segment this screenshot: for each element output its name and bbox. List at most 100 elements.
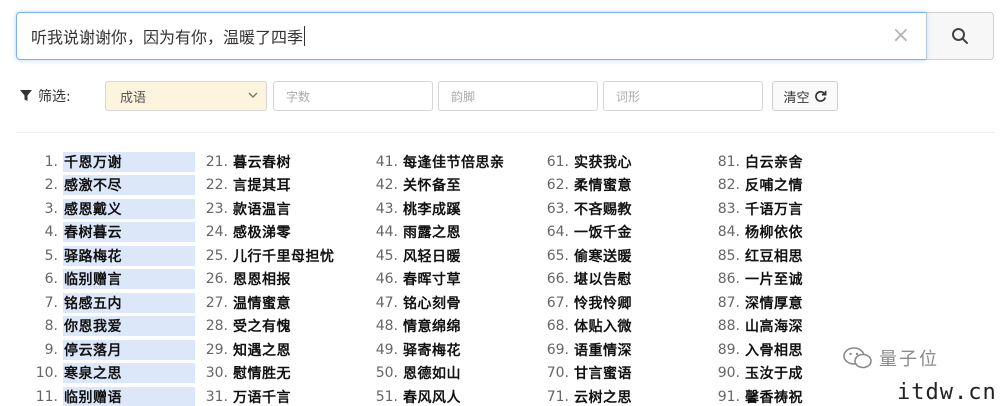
result-item[interactable]: 8. 你恩我爱 xyxy=(16,315,195,339)
result-item[interactable]: 71. 云树之思 xyxy=(527,385,632,406)
result-text[interactable]: 情意绵绵 xyxy=(403,316,461,336)
result-text[interactable]: 入骨相思 xyxy=(745,340,803,360)
category-select[interactable]: 成语 xyxy=(105,81,267,111)
result-item[interactable]: 10. 寒泉之思 xyxy=(16,362,195,386)
result-text[interactable]: 雨露之恩 xyxy=(403,222,461,242)
result-text[interactable]: 万语千言 xyxy=(233,387,291,406)
result-item[interactable]: 22. 言提其耳 xyxy=(186,174,335,198)
result-item[interactable]: 1. 千恩万谢 xyxy=(16,150,195,174)
result-text[interactable]: 反哺之情 xyxy=(745,175,803,195)
result-item[interactable]: 27. 温情蜜意 xyxy=(186,291,335,315)
result-item[interactable]: 11. 临别赠语 xyxy=(16,385,195,406)
result-item[interactable]: 6. 临别赠言 xyxy=(16,268,195,292)
result-item[interactable]: 4. 春树暮云 xyxy=(16,221,195,245)
result-item[interactable]: 28. 受之有愧 xyxy=(186,315,335,339)
result-item[interactable]: 7. 铭感五内 xyxy=(16,291,195,315)
result-item[interactable]: 26. 恩恩相报 xyxy=(186,268,335,292)
result-text[interactable]: 每逢佳节倍思亲 xyxy=(403,152,505,172)
result-item[interactable]: 2. 感激不尽 xyxy=(16,174,195,198)
result-item[interactable]: 47. 铭心刻骨 xyxy=(356,291,505,315)
result-text[interactable]: 关怀备至 xyxy=(403,175,461,195)
result-item[interactable]: 41. 每逢佳节倍思亲 xyxy=(356,150,505,174)
result-text[interactable]: 铭感五内 xyxy=(63,292,195,313)
result-item[interactable]: 69. 语重情深 xyxy=(527,338,632,362)
result-text[interactable]: 堪以告慰 xyxy=(574,269,632,289)
result-item[interactable]: 87. 深情厚意 xyxy=(698,291,803,315)
result-item[interactable]: 86. 一片至诚 xyxy=(698,268,803,292)
result-item[interactable]: 90. 玉汝于成 xyxy=(698,362,803,386)
result-text[interactable]: 一饭千金 xyxy=(574,222,632,242)
result-item[interactable]: 68. 体贴入微 xyxy=(527,315,632,339)
result-item[interactable]: 24. 感极涕零 xyxy=(186,221,335,245)
result-item[interactable]: 70. 甘言蜜语 xyxy=(527,362,632,386)
result-text[interactable]: 一片至诚 xyxy=(745,269,803,289)
result-text[interactable]: 温情蜜意 xyxy=(233,293,291,313)
result-text[interactable]: 受之有愧 xyxy=(233,316,291,336)
result-text[interactable]: 知遇之恩 xyxy=(233,340,291,360)
result-item[interactable]: 91. 馨香祷祝 xyxy=(698,385,803,406)
result-text[interactable]: 红豆相思 xyxy=(745,246,803,266)
search-input[interactable]: 听我说谢谢你，因为有你，温暖了四季 × xyxy=(16,12,926,60)
result-text[interactable]: 不吝赐教 xyxy=(574,199,632,219)
result-item[interactable]: 23. 款语温言 xyxy=(186,197,335,221)
result-text[interactable]: 怜我怜卿 xyxy=(574,293,632,313)
result-item[interactable]: 81. 白云亲舍 xyxy=(698,150,803,174)
result-item[interactable]: 49. 驿寄梅花 xyxy=(356,338,505,362)
clear-filters-button[interactable]: 清空 xyxy=(772,81,838,111)
result-text[interactable]: 体贴入微 xyxy=(574,316,632,336)
result-item[interactable]: 29. 知遇之恩 xyxy=(186,338,335,362)
result-text[interactable]: 临别赠言 xyxy=(63,269,195,290)
result-item[interactable]: 44. 雨露之恩 xyxy=(356,221,505,245)
result-text[interactable]: 寒泉之思 xyxy=(63,363,195,384)
result-text[interactable]: 恩德如山 xyxy=(403,363,461,383)
result-text[interactable]: 深情厚意 xyxy=(745,293,803,313)
result-item[interactable]: 63. 不吝赐教 xyxy=(527,197,632,221)
result-item[interactable]: 82. 反哺之情 xyxy=(698,174,803,198)
result-text[interactable]: 临别赠语 xyxy=(63,386,195,406)
result-item[interactable]: 89. 入骨相思 xyxy=(698,338,803,362)
word-count-input[interactable]: 字数 xyxy=(273,81,433,111)
clear-search-icon[interactable]: × xyxy=(892,24,910,48)
result-text[interactable]: 停云落月 xyxy=(63,339,195,360)
result-item[interactable]: 67. 怜我怜卿 xyxy=(527,291,632,315)
result-text[interactable]: 千语万言 xyxy=(745,199,803,219)
result-item[interactable]: 21. 暮云春树 xyxy=(186,150,335,174)
result-text[interactable]: 实获我心 xyxy=(574,152,632,172)
result-text[interactable]: 言提其耳 xyxy=(233,175,291,195)
result-item[interactable]: 66. 堪以告慰 xyxy=(527,268,632,292)
result-text[interactable]: 偷寒送暖 xyxy=(574,246,632,266)
result-text[interactable]: 铭心刻骨 xyxy=(403,293,461,313)
result-text[interactable]: 白云亲舍 xyxy=(745,152,803,172)
search-button[interactable] xyxy=(926,12,994,60)
result-text[interactable]: 你恩我爱 xyxy=(63,316,195,337)
result-text[interactable]: 千恩万谢 xyxy=(63,151,195,172)
result-text[interactable]: 馨香祷祝 xyxy=(745,387,803,406)
result-text[interactable]: 春晖寸草 xyxy=(403,269,461,289)
result-item[interactable]: 48. 情意绵绵 xyxy=(356,315,505,339)
result-item[interactable]: 5. 驿路梅花 xyxy=(16,244,195,268)
result-text[interactable]: 驿路梅花 xyxy=(63,245,195,266)
result-text[interactable]: 桃李成蹊 xyxy=(403,199,461,219)
result-item[interactable]: 30. 慰情胜无 xyxy=(186,362,335,386)
result-item[interactable]: 46. 春晖寸草 xyxy=(356,268,505,292)
result-text[interactable]: 感极涕零 xyxy=(233,222,291,242)
search-query[interactable]: 听我说谢谢你，因为有你，温暖了四季 xyxy=(31,24,303,48)
result-item[interactable]: 62. 柔情蜜意 xyxy=(527,174,632,198)
result-item[interactable]: 42. 关怀备至 xyxy=(356,174,505,198)
result-text[interactable]: 恩恩相报 xyxy=(233,269,291,289)
result-item[interactable]: 65. 偷寒送暖 xyxy=(527,244,632,268)
result-text[interactable]: 驿寄梅花 xyxy=(403,340,461,360)
result-text[interactable]: 玉汝于成 xyxy=(745,363,803,383)
result-item[interactable]: 3. 感恩戴义 xyxy=(16,197,195,221)
result-text[interactable]: 春风风人 xyxy=(403,387,461,406)
result-item[interactable]: 50. 恩德如山 xyxy=(356,362,505,386)
result-text[interactable]: 柔情蜜意 xyxy=(574,175,632,195)
result-text[interactable]: 款语温言 xyxy=(233,199,291,219)
result-item[interactable]: 9. 停云落月 xyxy=(16,338,195,362)
result-text[interactable]: 甘言蜜语 xyxy=(574,363,632,383)
result-item[interactable]: 45. 风轻日暖 xyxy=(356,244,505,268)
result-item[interactable]: 88. 山高海深 xyxy=(698,315,803,339)
result-text[interactable]: 春树暮云 xyxy=(63,222,195,243)
result-text[interactable]: 感激不尽 xyxy=(63,175,195,196)
result-item[interactable]: 51. 春风风人 xyxy=(356,385,505,406)
